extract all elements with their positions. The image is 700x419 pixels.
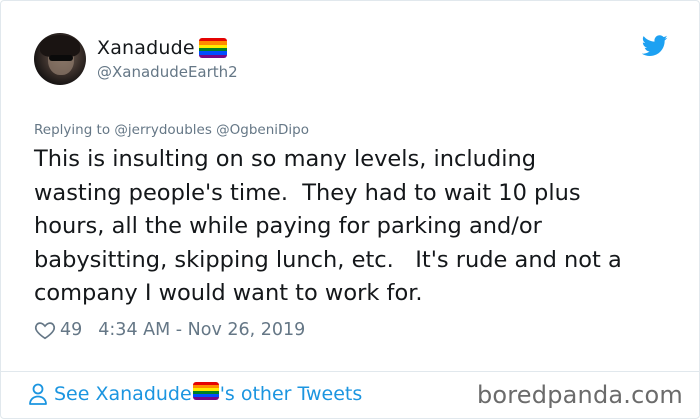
footer-link-prefix[interactable]: See Xanadude <box>54 383 192 405</box>
avatar-glasses <box>49 55 73 61</box>
rainbow-flag-icon <box>192 382 219 400</box>
avatar-hair <box>40 35 80 57</box>
heart-icon[interactable] <box>34 319 56 341</box>
tweet-timestamp[interactable]: 4:34 AM - Nov 26, 2019 <box>98 320 305 340</box>
footer-link-suffix[interactable]: 's other Tweets <box>220 383 363 405</box>
tweet-text: This is insulting on so many levels, inc… <box>34 146 622 306</box>
like-count[interactable]: 49 <box>60 320 82 340</box>
tweet-meta: 49 4:34 AM - Nov 26, 2019 <box>34 319 305 341</box>
twitter-bird-icon[interactable] <box>642 35 668 57</box>
person-icon <box>29 383 47 405</box>
replying-prefix: Replying to <box>34 122 111 138</box>
rainbow-flag-icon <box>198 38 227 58</box>
avatar[interactable] <box>34 33 86 85</box>
reply-mentions[interactable]: @jerrydoubles @OgbeniDipo <box>114 122 309 138</box>
author-name-row[interactable]: Xanadude <box>97 37 227 59</box>
tweet-card: Xanadude @XanadudeEarth2 Replying to @je… <box>0 0 700 419</box>
see-other-tweets-link[interactable]: See Xanadude 's other Tweets <box>28 382 362 405</box>
footer-divider <box>1 371 699 372</box>
boredpanda-watermark: boredpanda.com <box>476 381 683 409</box>
author-handle[interactable]: @XanadudeEarth2 <box>97 63 238 81</box>
author-display-name[interactable]: Xanadude <box>97 37 195 59</box>
replying-to: Replying to @jerrydoubles @OgbeniDipo <box>34 122 309 138</box>
